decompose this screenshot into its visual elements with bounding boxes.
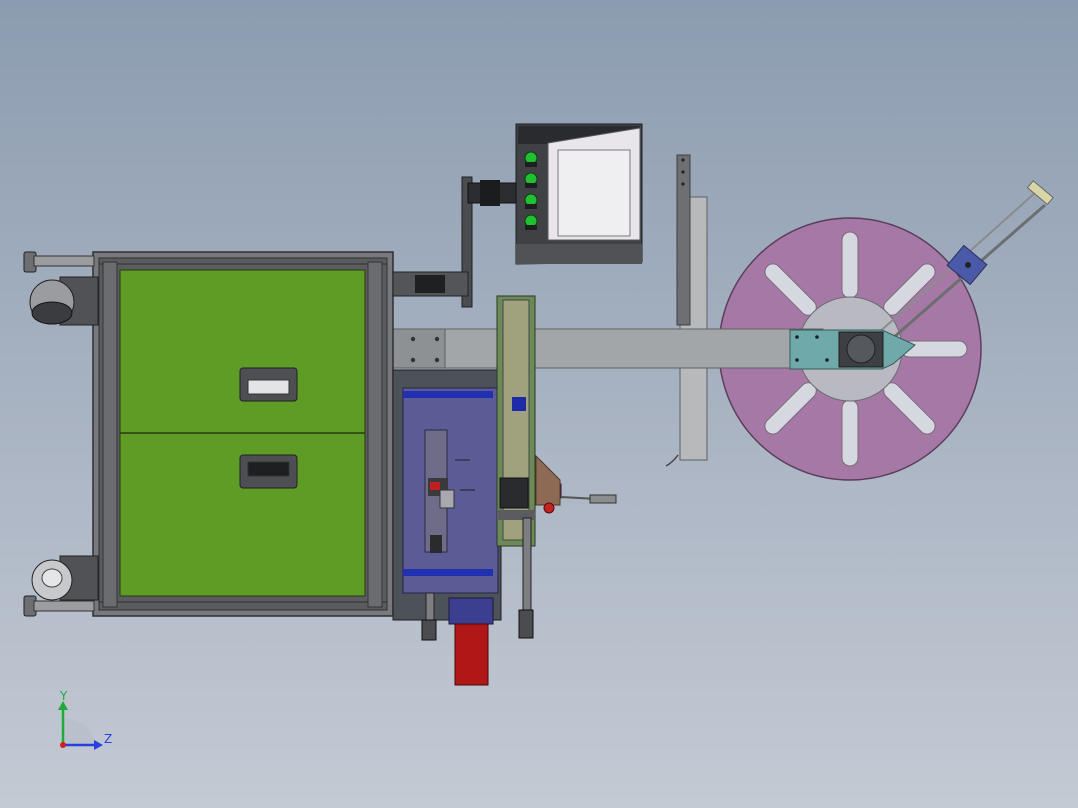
- z-axis-label: Z: [104, 732, 112, 746]
- coordinate-triad: Y Z: [58, 689, 112, 750]
- upper-roller: [461, 176, 517, 308]
- blue-strip-bottom: [403, 569, 493, 576]
- arm-beam: [392, 328, 824, 369]
- y-axis-label: Y: [59, 689, 68, 703]
- main-arm: [392, 328, 916, 370]
- indicator-light-base: [525, 162, 537, 167]
- machine-assembly-drawing: Y Z: [23, 123, 1054, 750]
- control-panel: [515, 123, 643, 265]
- indicator-light-base: [525, 225, 537, 230]
- indicator-light-base: [525, 183, 537, 188]
- drive-motor: [454, 623, 489, 686]
- guide-post: [665, 154, 708, 467]
- triad-origin: [60, 742, 66, 748]
- caster-wheel-top: [29, 276, 99, 326]
- brown-bracket: [535, 454, 561, 506]
- reel-spoke-slot: [841, 399, 859, 467]
- cabinet-roller: [392, 271, 469, 297]
- cad-viewport[interactable]: Y Z: [0, 0, 1078, 808]
- drawer-handle-lower: [239, 454, 298, 489]
- caster-wheel-bottom: [31, 555, 99, 601]
- z-axis-arrow: [94, 740, 103, 750]
- blue-strip-top: [403, 391, 493, 398]
- reel-spoke-slot: [841, 231, 859, 299]
- leveling-foot-top: [23, 251, 95, 273]
- indicator-light-base: [525, 204, 537, 209]
- drawer-handle-upper: [239, 367, 298, 402]
- rod-end-cap: [1026, 180, 1054, 206]
